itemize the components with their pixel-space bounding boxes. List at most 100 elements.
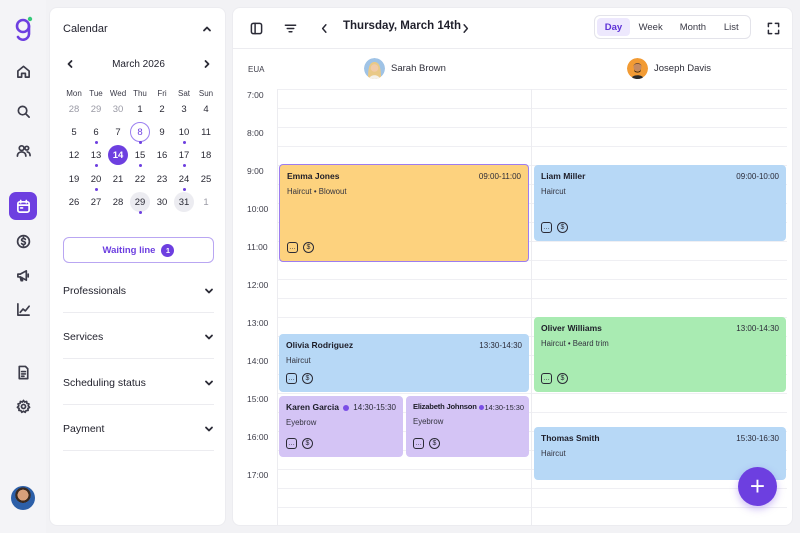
- mini-calendar-day[interactable]: 22: [130, 169, 150, 189]
- hour-label: 12:00: [247, 280, 269, 290]
- toggle-sidebar-button[interactable]: [248, 20, 264, 36]
- waiting-line-button[interactable]: Waiting line 1: [63, 237, 214, 263]
- mini-calendar-day[interactable]: 17: [174, 145, 194, 165]
- chevron-down-icon: [205, 288, 213, 294]
- next-day-button[interactable]: [457, 20, 473, 36]
- calendar-nav-button[interactable]: [9, 192, 37, 220]
- appointment-service: Haircut: [541, 187, 566, 196]
- appointment-card[interactable]: Karen Garcia 14:30-15:30 Eyebrow … $: [279, 396, 403, 457]
- user-avatar[interactable]: [11, 486, 35, 510]
- app-logo-icon[interactable]: [13, 16, 35, 42]
- search-icon: [17, 105, 30, 118]
- settings-nav-button[interactable]: [9, 392, 37, 420]
- appointment-client: Karen Garcia: [286, 402, 339, 412]
- chevron-down-icon: [205, 380, 213, 386]
- mini-calendar-day[interactable]: 14: [108, 145, 128, 165]
- mini-calendar-day[interactable]: 10: [174, 122, 194, 142]
- mini-calendar-day[interactable]: 8: [130, 122, 150, 142]
- appointment-service: Haircut • Beard trim: [541, 339, 609, 348]
- mini-calendar-day[interactable]: 24: [174, 169, 194, 189]
- mini-calendar-day[interactable]: 11: [196, 122, 216, 142]
- home-nav-button[interactable]: [9, 57, 37, 85]
- appointment-card[interactable]: Liam Miller 09:00-10:00 Haircut … $: [534, 165, 786, 241]
- next-month-button[interactable]: [200, 57, 214, 71]
- has-appointments-dot: [138, 211, 142, 214]
- payment-icon: $: [302, 438, 313, 449]
- professionals-filter[interactable]: Professionals: [63, 283, 214, 299]
- mini-calendar-day[interactable]: 1: [196, 192, 216, 212]
- mini-calendar-day[interactable]: 7: [108, 122, 128, 142]
- scheduling-status-filter-label: Scheduling status: [63, 377, 146, 389]
- view-month-tab[interactable]: Month: [671, 18, 714, 36]
- weekday-label: Sat: [177, 89, 190, 98]
- reports-nav-button[interactable]: [9, 295, 37, 323]
- mini-calendar-day[interactable]: 18: [196, 145, 216, 165]
- hour-label: 11:00: [247, 242, 268, 252]
- chevron-right-icon: [462, 23, 468, 33]
- mini-calendar-day[interactable]: 6: [86, 122, 106, 142]
- mini-calendar-day[interactable]: 2: [152, 99, 172, 119]
- mini-calendar-day[interactable]: 9: [152, 122, 172, 142]
- mini-calendar-day[interactable]: 13: [86, 145, 106, 165]
- view-switcher: Day Week Month List: [594, 15, 751, 39]
- mini-calendar-day[interactable]: 28: [108, 192, 128, 212]
- current-date-title: Thursday, March 14th: [343, 20, 462, 32]
- mini-calendar-day[interactable]: 12: [64, 145, 84, 165]
- scheduling-status-filter[interactable]: Scheduling status: [63, 375, 214, 391]
- calendar-section-header[interactable]: Calendar: [63, 21, 212, 37]
- users-icon: [16, 144, 31, 157]
- mini-calendar-day[interactable]: 25: [196, 169, 216, 189]
- mini-calendar-day[interactable]: 4: [196, 99, 216, 119]
- search-nav-button[interactable]: [9, 97, 37, 125]
- filter-button[interactable]: [282, 20, 298, 36]
- add-appointment-button[interactable]: +: [738, 467, 777, 506]
- marketing-nav-button[interactable]: [9, 261, 37, 289]
- calendar-icon: [16, 199, 30, 213]
- appointment-time: 13:30-14:30: [479, 341, 522, 350]
- hour-label: 7:00: [247, 90, 264, 100]
- view-week-tab[interactable]: Week: [630, 18, 671, 36]
- mini-calendar-day[interactable]: 27: [86, 192, 106, 212]
- appointment-card[interactable]: Elizabeth Johnson 14:30-15:30 Eyebrow … $: [406, 396, 529, 457]
- appointment-time: 09:00-11:00: [478, 172, 521, 181]
- clients-nav-button[interactable]: [9, 136, 37, 164]
- payment-icon: $: [302, 373, 313, 384]
- mini-calendar-day[interactable]: 3: [174, 99, 194, 119]
- appointment-service: Eyebrow: [286, 418, 317, 427]
- payment-filter[interactable]: Payment: [63, 421, 214, 437]
- prev-month-button[interactable]: [63, 57, 77, 71]
- mini-calendar-day[interactable]: 5: [64, 122, 84, 142]
- appointment-card[interactable]: Olivia Rodriguez 13:30-14:30 Haircut … $: [279, 334, 529, 392]
- column-divider: [531, 89, 532, 525]
- notes-icon: …: [541, 373, 552, 384]
- appointment-time: 13:00-14:30: [736, 324, 779, 333]
- mini-calendar-day[interactable]: 31: [174, 192, 194, 212]
- fullscreen-button[interactable]: [765, 20, 781, 36]
- mini-calendar-day[interactable]: 19: [64, 169, 84, 189]
- has-appointments-dot: [94, 188, 98, 191]
- mini-calendar-day[interactable]: 30: [152, 192, 172, 212]
- mini-calendar-day[interactable]: 1: [130, 99, 150, 119]
- mini-calendar-day[interactable]: 26: [64, 192, 84, 212]
- mini-calendar-day[interactable]: 16: [152, 145, 172, 165]
- time-gridline: [277, 146, 787, 147]
- services-filter[interactable]: Services: [63, 329, 214, 345]
- documents-nav-button[interactable]: [9, 358, 37, 386]
- mini-calendar-day[interactable]: 29: [130, 192, 150, 212]
- view-day-tab[interactable]: Day: [597, 18, 630, 36]
- chevron-down-icon: [205, 426, 213, 432]
- mini-calendar-day[interactable]: 30: [108, 99, 128, 119]
- divider: [63, 450, 214, 451]
- appointment-card[interactable]: Oliver Williams 13:00-14:30 Haircut • Be…: [534, 317, 786, 392]
- view-list-tab[interactable]: List: [715, 18, 749, 36]
- appointment-card[interactable]: Emma Jones 09:00-11:00 Haircut • Blowout…: [279, 164, 529, 262]
- mini-calendar-day[interactable]: 21: [108, 169, 128, 189]
- mini-calendar-day[interactable]: 29: [86, 99, 106, 119]
- mini-calendar-day[interactable]: 28: [64, 99, 84, 119]
- mini-calendar-day[interactable]: 23: [152, 169, 172, 189]
- prev-day-button[interactable]: [316, 20, 332, 36]
- mini-calendar-day[interactable]: 15: [130, 145, 150, 165]
- mini-calendar-day[interactable]: 20: [86, 169, 106, 189]
- time-gridline: [277, 279, 787, 280]
- payments-nav-button[interactable]: [9, 227, 37, 255]
